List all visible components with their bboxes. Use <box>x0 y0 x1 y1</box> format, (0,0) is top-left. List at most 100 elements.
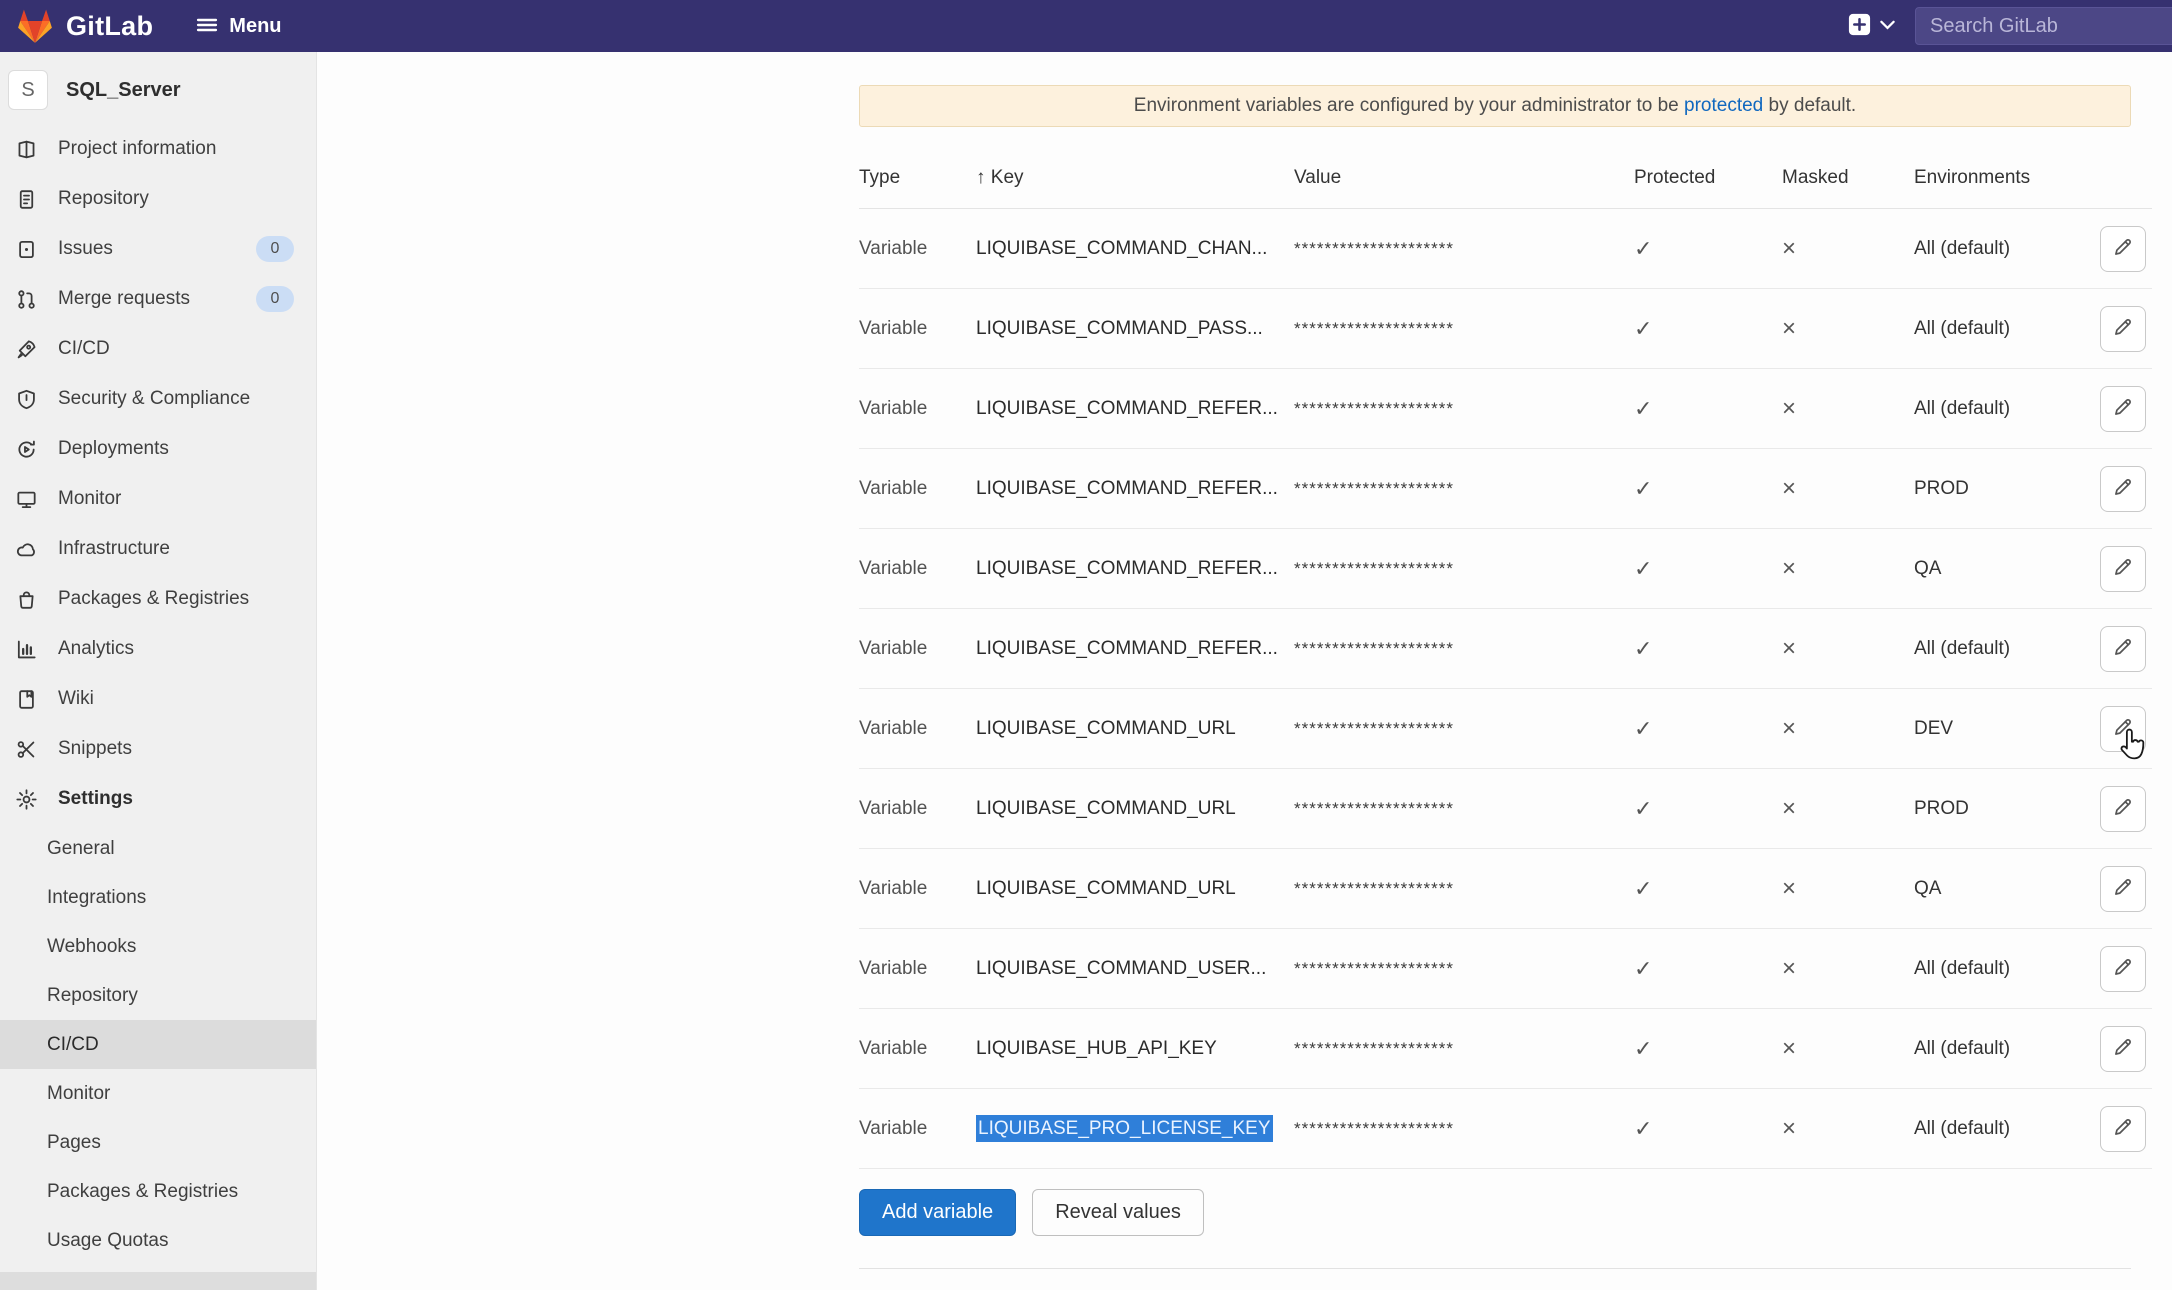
new-item-button[interactable] <box>1848 13 1871 39</box>
column-header-key[interactable]: ↑ Key <box>976 167 1294 189</box>
sidebar-collapse-strip[interactable] <box>0 1272 316 1290</box>
protected-check-icon: ✓ <box>1634 316 1652 341</box>
sidebar-item-label: Snippets <box>58 738 132 760</box>
sidebar-item[interactable]: Deployments <box>0 424 316 474</box>
gitlab-home-link[interactable]: GitLab <box>16 8 153 44</box>
variable-row: Variable LIQUIBASE_COMMAND_URL *********… <box>859 769 2152 849</box>
protected-link[interactable]: protected <box>1684 95 1763 116</box>
variable-key: LIQUIBASE_COMMAND_REFER... <box>976 398 1278 419</box>
masked-cross-icon: × <box>1782 555 1796 582</box>
reveal-values-button[interactable]: Reveal values <box>1032 1189 1204 1236</box>
edit-variable-button[interactable] <box>2100 1026 2146 1072</box>
new-item-dropdown[interactable] <box>1880 19 1895 34</box>
sidebar-item[interactable]: Wiki <box>0 674 316 724</box>
sidebar-subitem[interactable]: Webhooks <box>0 922 316 971</box>
sidebar-item[interactable]: Infrastructure <box>0 524 316 574</box>
protected-check-icon: ✓ <box>1634 716 1652 741</box>
column-header-protected: Protected <box>1626 167 1774 189</box>
wiki-icon <box>14 687 38 711</box>
variable-key: LIQUIBASE_COMMAND_REFER... <box>976 638 1278 659</box>
gitlab-tanuki-icon <box>16 8 54 44</box>
ci-cd-variables-section: Environment variables are configured by … <box>859 85 2152 1269</box>
project-header[interactable]: S SQL_Server <box>0 52 316 124</box>
chart-icon <box>14 637 38 661</box>
sidebar-item[interactable]: Project information <box>0 124 316 174</box>
variable-masked-value: ********************* <box>1294 719 1626 739</box>
variable-key: LIQUIBASE_COMMAND_REFER... <box>976 478 1278 499</box>
edit-variable-button[interactable] <box>2100 946 2146 992</box>
sidebar-subitem-label: Integrations <box>47 887 146 909</box>
sidebar-item[interactable]: Analytics <box>0 624 316 674</box>
menu-button[interactable]: Menu <box>195 15 281 38</box>
variable-type: Variable <box>859 558 976 580</box>
search-input[interactable] <box>1915 7 2172 45</box>
banner-text-after: by default. <box>1763 95 1856 116</box>
sidebar-subitem[interactable]: Usage Quotas <box>0 1216 316 1265</box>
variable-key: LIQUIBASE_COMMAND_URL <box>976 798 1236 819</box>
sidebar-subitem-label: Repository <box>47 985 138 1007</box>
sidebar-item[interactable]: Snippets <box>0 724 316 774</box>
sidebar-item-label: Packages & Registries <box>58 588 249 610</box>
variable-row: Variable LIQUIBASE_HUB_API_KEY *********… <box>859 1009 2152 1089</box>
pencil-icon <box>2112 556 2134 581</box>
variable-environments: All (default) <box>1914 638 2094 660</box>
sidebar-item[interactable]: Monitor <box>0 474 316 524</box>
pencil-icon <box>2112 316 2134 341</box>
edit-variable-button[interactable] <box>2100 706 2146 752</box>
pencil-icon <box>2112 236 2134 261</box>
table-actions: Add variable Reveal values <box>859 1189 2152 1236</box>
edit-variable-button[interactable] <box>2100 626 2146 672</box>
sidebar-subitem[interactable]: General <box>0 824 316 873</box>
protected-check-icon: ✓ <box>1634 556 1652 581</box>
sidebar-item[interactable]: Merge requests 0 <box>0 274 316 324</box>
sidebar-item[interactable]: Issues 0 <box>0 224 316 274</box>
sidebar-subitem[interactable]: Repository <box>0 971 316 1020</box>
edit-variable-button[interactable] <box>2100 306 2146 352</box>
variable-type: Variable <box>859 798 976 820</box>
project-information-icon <box>14 137 38 161</box>
variable-key: LIQUIBASE_COMMAND_CHAN... <box>976 238 1267 259</box>
topbar-right-section <box>1848 0 2172 52</box>
variable-type: Variable <box>859 318 976 340</box>
sidebar-item[interactable]: Security & Compliance <box>0 374 316 424</box>
masked-cross-icon: × <box>1782 475 1796 502</box>
edit-variable-button[interactable] <box>2100 466 2146 512</box>
pencil-icon <box>2112 956 2134 981</box>
add-variable-button[interactable]: Add variable <box>859 1189 1016 1236</box>
variable-environments: All (default) <box>1914 1038 2094 1060</box>
menu-label: Menu <box>229 15 281 38</box>
sidebar-item[interactable]: CI/CD <box>0 324 316 374</box>
masked-cross-icon: × <box>1782 395 1796 422</box>
variables-table: Type ↑ Key Value Protected Masked Enviro… <box>859 147 2152 1169</box>
edit-variable-button[interactable] <box>2100 546 2146 592</box>
sidebar-subitem[interactable]: Monitor <box>0 1069 316 1118</box>
sidebar-subitem[interactable]: Integrations <box>0 873 316 922</box>
edit-variable-button[interactable] <box>2100 386 2146 432</box>
sidebar-item-label: Project information <box>58 138 216 160</box>
masked-cross-icon: × <box>1782 235 1796 262</box>
hamburger-icon <box>195 15 219 38</box>
edit-variable-button[interactable] <box>2100 226 2146 272</box>
sidebar-subitem[interactable]: Packages & Registries <box>0 1167 316 1216</box>
sidebar-subitem[interactable]: Pages <box>0 1118 316 1167</box>
sidebar-item-label: Issues <box>58 238 113 260</box>
pencil-icon <box>2112 396 2134 421</box>
gitlab-wordmark: GitLab <box>66 11 153 42</box>
variable-row: Variable LIQUIBASE_COMMAND_PASS... *****… <box>859 289 2152 369</box>
edit-variable-button[interactable] <box>2100 786 2146 832</box>
variable-masked-value: ********************* <box>1294 959 1626 979</box>
sidebar-subitem[interactable]: CI/CD <box>0 1020 316 1069</box>
variable-row: Variable LIQUIBASE_COMMAND_REFER... ****… <box>859 369 2152 449</box>
protected-check-icon: ✓ <box>1634 1116 1652 1141</box>
variable-environments: QA <box>1914 878 2094 900</box>
edit-variable-button[interactable] <box>2100 866 2146 912</box>
variable-row: Variable LIQUIBASE_COMMAND_CHAN... *****… <box>859 209 2152 289</box>
sidebar-item[interactable]: Packages & Registries <box>0 574 316 624</box>
variable-key: LIQUIBASE_PRO_LICENSE_KEY <box>976 1115 1273 1142</box>
edit-variable-button[interactable] <box>2100 1106 2146 1152</box>
sidebar-item[interactable]: Repository <box>0 174 316 224</box>
variable-key: LIQUIBASE_COMMAND_PASS... <box>976 318 1263 339</box>
sidebar-subitem-label: Usage Quotas <box>47 1230 168 1252</box>
sidebar-subitem-label: Webhooks <box>47 936 136 958</box>
sidebar-item[interactable]: Settings <box>0 774 316 824</box>
